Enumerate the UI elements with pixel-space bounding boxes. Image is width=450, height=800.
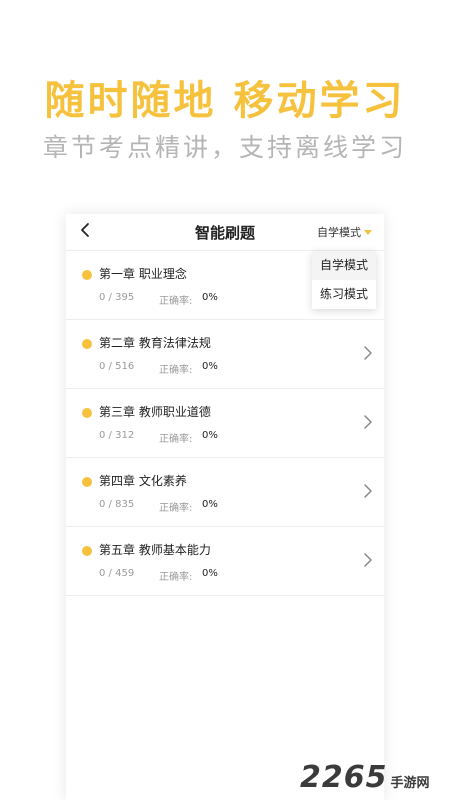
dropdown-option-self-study[interactable]: 自学模式 (312, 251, 376, 280)
hero-subtitle: 章节考点精讲，支持离线学习 (42, 133, 407, 162)
chapter-progress: 0 / 459 (99, 568, 135, 579)
chevron-right-icon (364, 484, 372, 498)
accuracy-value: 0% (202, 292, 218, 303)
watermark-text: 手游网 (390, 776, 430, 791)
accuracy-label: 正确率: (159, 572, 193, 583)
accuracy-label: 正确率: (159, 365, 193, 376)
chapter-title: 第四章 文化素养 (99, 474, 187, 488)
chapter-item[interactable]: 第五章 教师基本能力 0 / 459 正确率: 0% (66, 527, 384, 596)
watermark-number: 2265 (300, 760, 388, 795)
chapter-title: 第一章 职业理念 (99, 267, 187, 281)
chapter-progress: 0 / 312 (99, 430, 135, 441)
chapter-item[interactable]: 第二章 教育法律法规 0 / 516 正确率: 0% (66, 320, 384, 389)
dropdown-option-practice[interactable]: 练习模式 (312, 280, 376, 309)
mode-select[interactable]: 自学模式 (317, 224, 372, 240)
chapter-item[interactable]: 第三章 教师职业道德 0 / 312 正确率: 0% (66, 389, 384, 458)
chevron-right-icon (364, 346, 372, 360)
chapter-dot-icon (82, 408, 92, 418)
chevron-right-icon (364, 553, 372, 567)
chapter-progress: 0 / 516 (99, 361, 135, 372)
accuracy-label: 正确率: (159, 434, 193, 445)
chapter-dot-icon (82, 270, 92, 280)
phone-screen: 智能刷题 自学模式 自学模式 练习模式 第一章 职业理念 0 / 395 正确率… (66, 214, 384, 800)
chapter-title: 第三章 教师职业道德 (99, 405, 211, 419)
caret-down-icon (364, 229, 372, 235)
site-watermark: 2265 手游网 (300, 760, 430, 795)
accuracy-label: 正确率: (159, 503, 193, 514)
accuracy-value: 0% (202, 568, 218, 579)
chapter-dot-icon (82, 477, 92, 487)
nav-bar: 智能刷题 自学模式 (66, 214, 384, 251)
mode-select-label: 自学模式 (317, 226, 361, 239)
accuracy-label: 正确率: (159, 296, 193, 307)
chapter-title: 第二章 教育法律法规 (99, 336, 211, 350)
accuracy-value: 0% (202, 499, 218, 510)
chapter-dot-icon (82, 546, 92, 556)
chapter-progress: 0 / 835 (99, 499, 135, 510)
chapter-item[interactable]: 第四章 文化素养 0 / 835 正确率: 0% (66, 458, 384, 527)
chapter-title: 第五章 教师基本能力 (99, 543, 211, 557)
accuracy-value: 0% (202, 430, 218, 441)
mode-dropdown: 自学模式 练习模式 (312, 251, 376, 309)
hero-title: 随时随地 移动学习 (44, 78, 406, 124)
chapter-progress: 0 / 395 (99, 292, 135, 303)
accuracy-value: 0% (202, 361, 218, 372)
chapter-dot-icon (82, 339, 92, 349)
chevron-right-icon (364, 415, 372, 429)
